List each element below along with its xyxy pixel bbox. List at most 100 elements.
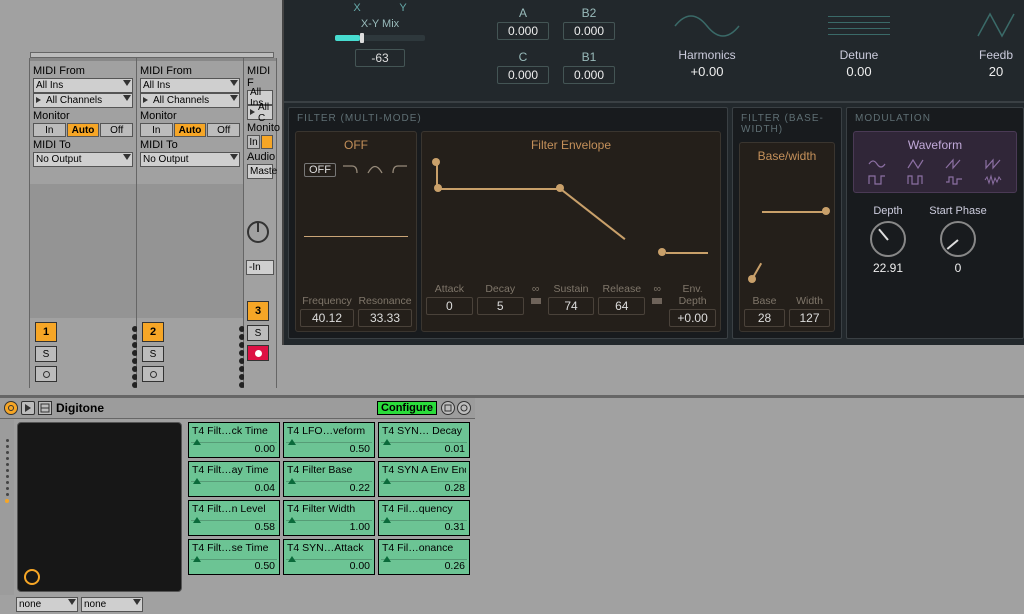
midi-to-output[interactable]: No Output [140, 152, 240, 167]
harmonics-value[interactable]: +0.00 [691, 64, 724, 79]
val: No Output [36, 154, 82, 165]
edepth-value[interactable]: +0.00 [669, 309, 716, 327]
random-icon[interactable] [945, 174, 963, 186]
rel-value[interactable]: 64 [598, 297, 645, 315]
noise-icon[interactable] [984, 174, 1002, 186]
device-icon [38, 401, 52, 415]
square-icon[interactable] [868, 174, 886, 186]
record-arm[interactable] [247, 345, 269, 361]
sine-icon[interactable] [868, 158, 886, 170]
macro-control[interactable]: T4 LFO…veform0.50 [283, 422, 375, 458]
track-number-button[interactable]: 2 [142, 322, 164, 342]
highpass-icon[interactable] [390, 162, 408, 177]
track-number-button[interactable]: 3 [247, 301, 269, 321]
param-c-value[interactable]: 0.000 [497, 66, 549, 84]
bandpass-icon[interactable] [366, 162, 384, 177]
monitor-label: Monitor [33, 110, 133, 122]
macro-value: 0.00 [350, 560, 370, 572]
record-arm[interactable] [142, 366, 164, 382]
sus-value[interactable]: 74 [548, 297, 595, 315]
lowpass-icon[interactable] [342, 162, 360, 177]
macro-control[interactable]: T4 SYN… Decay0.01 [378, 422, 470, 458]
detune-value[interactable]: 0.00 [846, 64, 871, 79]
envelope-graph[interactable] [426, 156, 716, 279]
monitor-in[interactable]: In [33, 123, 66, 137]
macro-control[interactable]: T4 Fil…quency0.31 [378, 500, 470, 536]
macro-control[interactable]: T4 SYN…Attack0.00 [283, 539, 375, 575]
midi-from-input[interactable]: All Ins [140, 78, 240, 93]
base-value[interactable]: 28 [744, 309, 785, 327]
monitor-in[interactable]: In [247, 135, 260, 149]
save-preset-icon[interactable] [441, 401, 455, 415]
record-arm[interactable] [35, 366, 57, 382]
val: -In [249, 262, 261, 273]
pulse-icon[interactable] [907, 174, 925, 186]
macro-control[interactable]: T4 Filt…n Level0.58 [188, 500, 280, 536]
depth-knob[interactable]: Depth 22.91 [859, 205, 917, 275]
saw-icon[interactable] [945, 158, 963, 170]
configure-button[interactable]: Configure [377, 401, 437, 415]
feedback-value[interactable]: 20 [989, 64, 1003, 79]
macro-control[interactable]: T4 Filter Width1.00 [283, 500, 375, 536]
clip-slots[interactable] [137, 184, 243, 318]
midi-channel[interactable]: All Channels [140, 93, 240, 108]
val: All C [258, 102, 270, 124]
triangle-icon[interactable] [907, 158, 925, 170]
solo-button[interactable]: S [247, 325, 269, 341]
track-number-button[interactable]: 1 [35, 322, 57, 342]
clip-slots[interactable] [30, 184, 136, 318]
monitor-off[interactable]: Off [100, 123, 133, 137]
audio-to-output[interactable]: Maste [247, 164, 273, 179]
dec-value[interactable]: 5 [477, 297, 524, 315]
midi-from-input[interactable]: All Ins [33, 78, 133, 93]
monitor-off[interactable]: Off [207, 123, 240, 137]
filter-graph[interactable] [300, 181, 412, 291]
inf-display[interactable]: -In [246, 260, 274, 275]
macro-control[interactable]: T4 Filt…se Time0.50 [188, 539, 280, 575]
device-power-button[interactable] [4, 401, 18, 415]
hot-swap-icon[interactable] [457, 401, 471, 415]
macro-control[interactable]: T4 Filt…ay Time0.04 [188, 461, 280, 497]
chain-select-2[interactable]: none [81, 597, 143, 612]
param-a-value[interactable]: 0.000 [497, 22, 549, 40]
res-value[interactable]: 33.33 [358, 309, 412, 327]
off-badge[interactable]: OFF [304, 163, 336, 177]
macro-control[interactable]: T4 Fil…onance0.26 [378, 539, 470, 575]
macro-value: 0.22 [350, 482, 370, 494]
bw-sub: Base/width Base28 Width127 [739, 142, 835, 332]
val: All Ins [143, 80, 170, 91]
monitor-in[interactable]: In [140, 123, 173, 137]
atk-value[interactable]: 0 [426, 297, 473, 315]
chain-selector[interactable] [0, 419, 14, 595]
midi-channel[interactable]: All Channels [33, 93, 133, 108]
freq-value[interactable]: 40.12 [300, 309, 354, 327]
midi-channel[interactable]: All C [247, 105, 273, 120]
monitor-auto[interactable]: Auto [174, 123, 207, 137]
macro-control[interactable]: T4 Filt…ck Time0.00 [188, 422, 280, 458]
monitor-auto[interactable] [261, 135, 273, 149]
monitor-auto[interactable]: Auto [67, 123, 100, 137]
pan-knob[interactable] [244, 218, 274, 244]
solo-button[interactable]: S [35, 346, 57, 362]
width-value[interactable]: 127 [789, 309, 830, 327]
val: none [19, 599, 41, 610]
midi-from-label: MIDI From [33, 65, 133, 77]
device-fold-button[interactable] [21, 401, 35, 415]
bw-graph[interactable] [744, 167, 830, 291]
macro-control[interactable]: T4 SYN A Env End0.28 [378, 461, 470, 497]
xy-mix-value[interactable]: -63 [355, 49, 405, 67]
inf-toggle[interactable] [531, 298, 541, 304]
chain-select-1[interactable]: none [16, 597, 78, 612]
phase-knob[interactable]: Start Phase 0 [929, 205, 987, 275]
solo-button[interactable]: S [142, 346, 164, 362]
xy-mix-slider[interactable] [335, 35, 425, 41]
param-b2-value[interactable]: 0.000 [563, 22, 615, 40]
ramp-icon[interactable] [984, 158, 1002, 170]
inf-toggle[interactable] [652, 298, 662, 304]
macro-value: 1.00 [350, 521, 370, 533]
track-area: MIDI From All Ins All Channels Monitor I… [0, 58, 277, 388]
macro-control[interactable]: T4 Filter Base0.22 [283, 461, 375, 497]
midi-to-output[interactable]: No Output [33, 152, 133, 167]
track-column-2: MIDI From All Ins All Channels Monitor I… [137, 58, 244, 388]
param-b1-value[interactable]: 0.000 [563, 66, 615, 84]
